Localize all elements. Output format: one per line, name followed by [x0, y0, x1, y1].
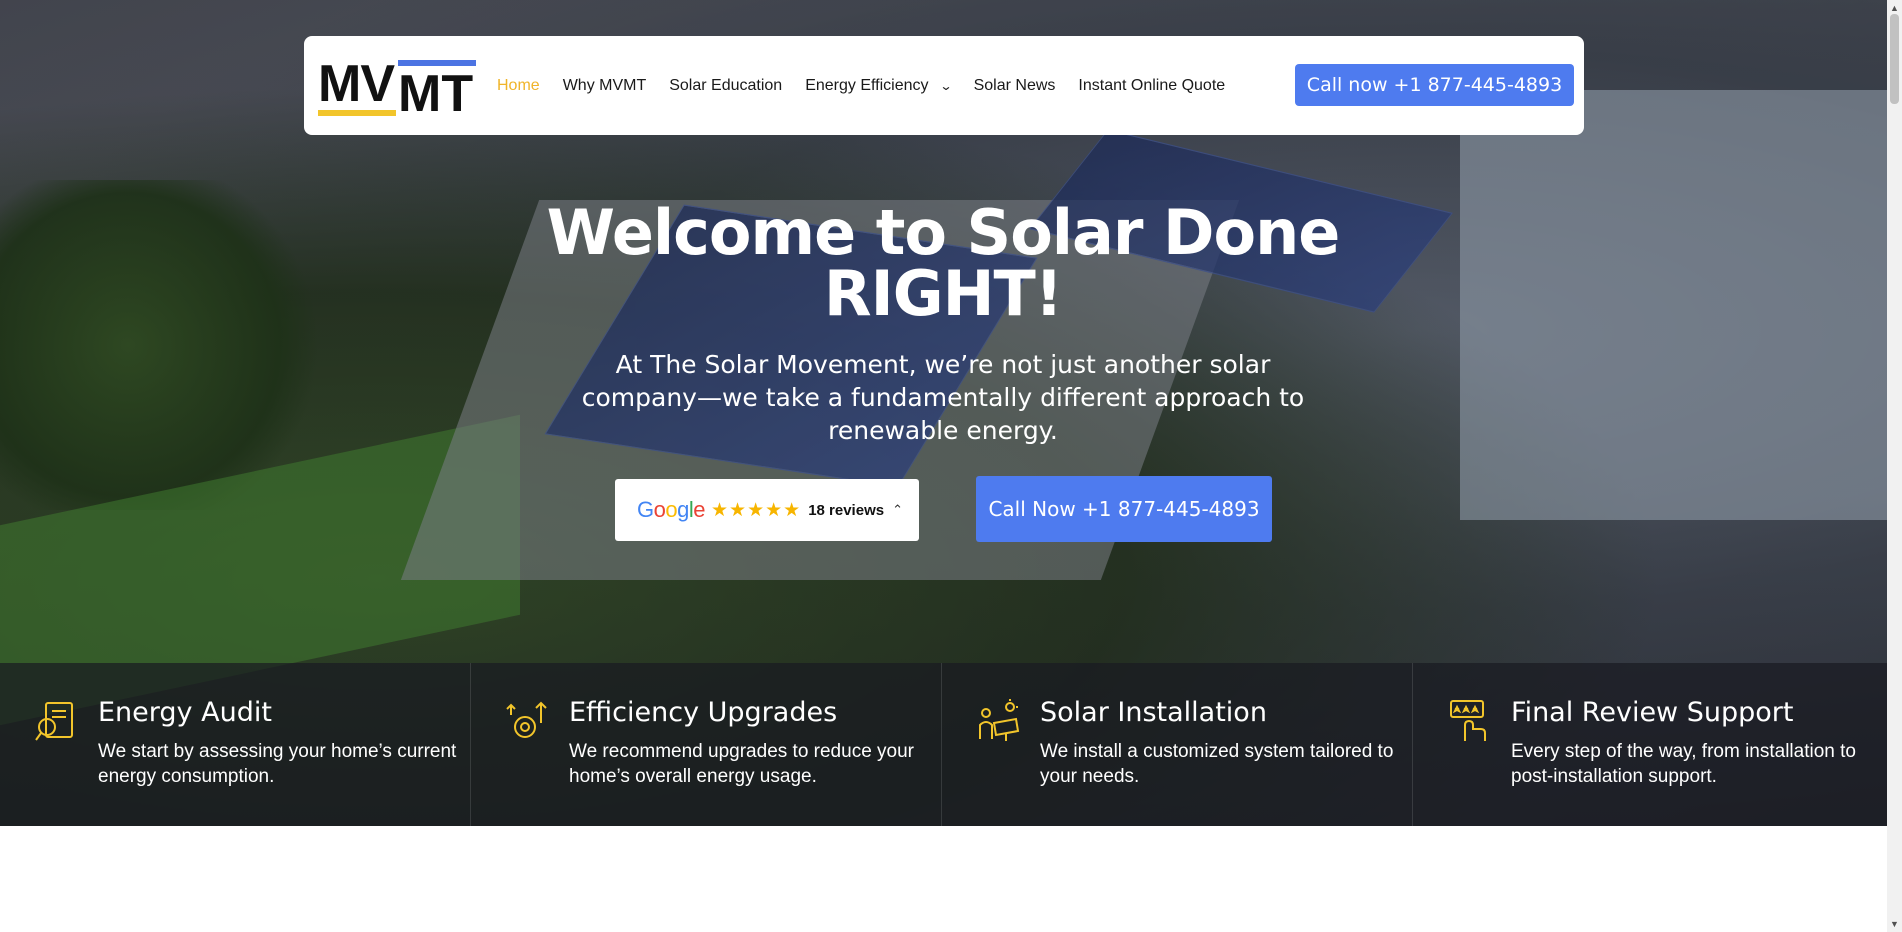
- nav-solar-education[interactable]: Solar Education: [669, 77, 782, 95]
- hero-call-button[interactable]: Call Now +1 877-445-4893: [976, 476, 1272, 542]
- nav-energy-efficiency[interactable]: Energy Efficiency ⌄: [805, 76, 952, 95]
- page-viewport: MV MT Home Why MVMT Solar Education Ener…: [0, 0, 1887, 932]
- feature-solar-installation: Solar Installation We install a customiz…: [942, 663, 1413, 826]
- feature-text: We recommend upgrades to reduce your hom…: [569, 741, 914, 787]
- efficiency-upgrades-icon: [506, 701, 547, 738]
- feature-text: Every step of the way, from installation…: [1511, 741, 1856, 787]
- chevron-down-icon[interactable]: ⌄: [939, 79, 952, 93]
- page-scrollbar[interactable]: ▲ ▼: [1887, 0, 1902, 932]
- feature-title: Efficiency Upgrades: [569, 697, 838, 728]
- hero-background-house-wall: [1460, 90, 1887, 520]
- feature-text: We start by assessing your home’s curren…: [98, 741, 457, 787]
- final-review-icon: [1450, 700, 1486, 741]
- chevron-up-icon[interactable]: ⌃: [892, 502, 903, 518]
- logo-text-mv: MV: [318, 55, 395, 113]
- google-logo: Google: [637, 497, 706, 522]
- logo-yellow-bar: [318, 110, 396, 116]
- hero-subtitle: At The Solar Movement, we’re not just an…: [581, 350, 1305, 445]
- mvmt-logo[interactable]: MV MT: [318, 55, 478, 120]
- hero-background-trees: [0, 180, 320, 510]
- feature-text: We install a customized system tailored …: [1040, 741, 1394, 787]
- features-bar: Energy Audit We start by assessing your …: [0, 663, 1887, 826]
- scroll-up-arrow-icon[interactable]: ▲: [1890, 3, 1899, 13]
- hero-title: Welcome to Solar Done RIGHT!: [546, 196, 1341, 330]
- header-call-button[interactable]: Call now +1 877-445-4893: [1295, 64, 1574, 106]
- feature-final-review-support: Final Review Support Every step of the w…: [1413, 663, 1884, 826]
- hero-section: MV MT Home Why MVMT Solar Education Ener…: [0, 0, 1887, 826]
- nav-why-mvmt[interactable]: Why MVMT: [563, 77, 647, 95]
- scrollbar-thumb[interactable]: [1890, 14, 1899, 104]
- feature-energy-audit: Energy Audit We start by assessing your …: [0, 663, 471, 826]
- feature-title: Final Review Support: [1511, 697, 1794, 728]
- energy-audit-icon: [35, 702, 73, 741]
- nav-instant-online-quote[interactable]: Instant Online Quote: [1078, 77, 1225, 95]
- scroll-down-arrow-icon[interactable]: ▼: [1890, 919, 1899, 929]
- nav-solar-news[interactable]: Solar News: [974, 77, 1056, 95]
- rating-stars-icon: ★★★★★: [711, 499, 802, 521]
- feature-efficiency-upgrades: Efficiency Upgrades We recommend upgrade…: [471, 663, 942, 826]
- solar-installation-icon: [979, 699, 1020, 741]
- nav-energy-efficiency-label: Energy Efficiency: [805, 76, 929, 94]
- site-header: MV MT Home Why MVMT Solar Education Ener…: [304, 36, 1584, 135]
- logo-text-mt: MT: [398, 65, 474, 123]
- google-reviews-badge[interactable]: Google ★★★★★ 18 reviews ⌃: [615, 479, 919, 541]
- review-count: 18 reviews: [808, 501, 885, 519]
- feature-title: Solar Installation: [1040, 697, 1267, 728]
- nav-home[interactable]: Home: [497, 77, 540, 95]
- main-nav: Home Why MVMT Solar Education Energy Eff…: [497, 36, 1248, 135]
- feature-title: Energy Audit: [98, 697, 272, 728]
